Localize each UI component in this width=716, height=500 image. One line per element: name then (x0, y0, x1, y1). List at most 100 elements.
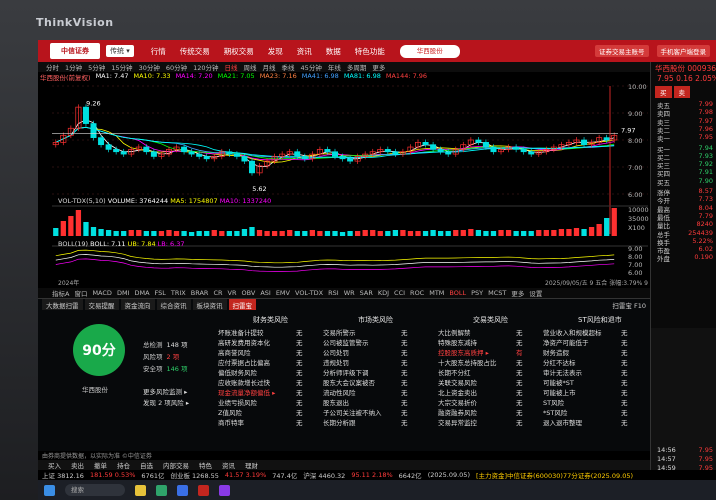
period-10[interactable]: 季线 (282, 62, 295, 72)
toolbar-item-3[interactable]: 持仓 (117, 460, 130, 470)
risk-row[interactable]: 流动性风险 (323, 387, 356, 397)
risk-row[interactable]: 可能被*ST (543, 377, 574, 387)
risk-row[interactable]: 大宗交易折价 (438, 397, 477, 407)
risk-row[interactable]: 交易所警示 (323, 327, 356, 337)
risk-row[interactable]: 公司处罚 (323, 347, 349, 357)
toolbar-item-5[interactable]: 内部交易 (163, 460, 189, 470)
indicator-12[interactable]: EMV (276, 289, 290, 297)
windows-start-icon[interactable] (44, 484, 55, 496)
risk-row[interactable]: 应收账款增长过快 (218, 377, 270, 387)
indicator-16[interactable]: SAR (360, 289, 373, 297)
risk-tab-1[interactable]: 交易提醒 (84, 299, 119, 310)
risk-row[interactable]: 融资融券风险 (438, 407, 477, 417)
indicator-3[interactable]: DMI (117, 289, 130, 297)
indicator-17[interactable]: KDJ (378, 289, 389, 297)
risk-row[interactable]: 高商誉风险 (218, 347, 251, 357)
period-3[interactable]: 15分钟 (111, 62, 132, 72)
period-5[interactable]: 60分钟 (166, 62, 187, 72)
toolbar-item-0[interactable]: 买入 (48, 460, 61, 470)
taskbar-search-input[interactable]: 搜索 (65, 484, 125, 496)
indicator-21[interactable]: BOLL (449, 289, 466, 297)
indicator-9[interactable]: VR (228, 289, 237, 297)
period-13[interactable]: 多周期 (347, 62, 367, 72)
toolbar-item-4[interactable]: 自选 (140, 460, 153, 470)
risk-row[interactable]: 十大股东总持股占比 (438, 357, 497, 367)
risk-row[interactable]: 商币特率 (218, 417, 244, 427)
candlestick-chart[interactable]: 10.009.008.007.006.009.265.627.971000035… (38, 82, 650, 278)
risk-row[interactable]: 关联交易风险 (438, 377, 477, 387)
risk-row[interactable]: 长期不分红 (438, 367, 471, 377)
found-risk-link[interactable]: 发现 2 项风险 ▸ (143, 397, 189, 407)
indicator-4[interactable]: DMA (134, 289, 149, 297)
risk-row[interactable]: 营业收入和规模超标 (543, 327, 602, 337)
mode-dropdown[interactable]: 传统 ▾ (106, 45, 134, 57)
risk-tab-3[interactable]: 综合资讯 (156, 299, 191, 310)
risk-row[interactable]: 违规处罚 (323, 357, 349, 367)
edge-icon[interactable] (177, 484, 188, 496)
menu-item-0[interactable]: 行情 (144, 46, 173, 57)
indicator-23[interactable]: MCST (488, 289, 506, 297)
indicator-5[interactable]: FSL (155, 289, 166, 297)
indicator-2[interactable]: MACD (92, 289, 111, 297)
risk-row[interactable]: 坏账准备计提较 (218, 327, 264, 337)
indicator-7[interactable]: BRAR (191, 289, 209, 297)
sidebar-buy-button[interactable]: 买 (655, 86, 672, 98)
trading-app-icon[interactable] (198, 484, 209, 496)
indicator-13[interactable]: VOL-TDX (295, 289, 323, 297)
risk-row[interactable]: 审计无法表示 (543, 367, 582, 377)
indicator-15[interactable]: WR (344, 289, 355, 297)
indicator-1[interactable]: 窗口 (74, 288, 87, 298)
indicator-14[interactable]: RSI (328, 289, 339, 297)
risk-row[interactable]: 子公司关注被不纳入 (323, 407, 382, 417)
indicator-11[interactable]: ASI (260, 289, 271, 297)
indicator-22[interactable]: PSY (471, 289, 483, 297)
period-14[interactable]: 更多 (372, 62, 385, 72)
risk-row[interactable]: 可能被上市 (543, 387, 576, 397)
risk-tab-0[interactable]: 大数据扫雷 (42, 299, 83, 310)
period-1[interactable]: 1分钟 (65, 62, 82, 72)
toolbar-item-8[interactable]: 理财 (245, 460, 258, 470)
risk-tab-4[interactable]: 板块资讯 (192, 299, 227, 310)
risk-row[interactable]: *ST风险 (543, 407, 567, 417)
period-12[interactable]: 年线 (328, 62, 341, 72)
indicator-24[interactable]: 更多 (511, 288, 524, 298)
app-icon[interactable] (219, 484, 230, 496)
folder-icon[interactable] (135, 484, 146, 496)
period-8[interactable]: 周线 (244, 62, 257, 72)
menu-item-4[interactable]: 资讯 (290, 46, 319, 57)
period-4[interactable]: 30分钟 (139, 62, 160, 72)
indicator-20[interactable]: MTM (429, 289, 444, 297)
menu-right-1[interactable]: 手机客户端登录 (656, 45, 710, 57)
risk-tab-2[interactable]: 资金流向 (120, 299, 155, 310)
indicator-25[interactable]: 设置 (529, 288, 542, 298)
stock-search-input[interactable]: 华西股份 (399, 44, 460, 58)
risk-row[interactable]: 特殊股东减持 (438, 337, 477, 347)
sidebar-sell-button[interactable]: 卖 (673, 86, 690, 98)
period-6[interactable]: 120分钟 (193, 62, 218, 72)
period-9[interactable]: 月线 (263, 62, 276, 72)
risk-row[interactable]: 北上资金卖出 (438, 387, 477, 397)
menu-item-5[interactable]: 数据 (319, 46, 348, 57)
toolbar-item-1[interactable]: 卖出 (71, 460, 84, 470)
indicator-10[interactable]: OBV (241, 289, 255, 297)
risk-row[interactable]: 高研发费用资本化 (218, 337, 270, 347)
toolbar-item-2[interactable]: 撤单 (94, 460, 107, 470)
period-0[interactable]: 分时 (46, 62, 59, 72)
risk-row[interactable]: 长期分析跟 (323, 417, 356, 427)
risk-row[interactable]: 退入退市整理 (543, 417, 582, 427)
risk-row[interactable]: 偏低财务风险 (218, 367, 257, 377)
risk-row[interactable]: 分红不达标 (543, 357, 576, 367)
menu-item-6[interactable]: 特色功能 (348, 46, 392, 57)
risk-tab-5[interactable]: 扫雷宝 (228, 299, 256, 310)
period-11[interactable]: 45分钟 (301, 62, 322, 72)
browser-icon[interactable] (156, 484, 167, 496)
risk-row[interactable]: 现金流量净额偏低 ▸ (218, 387, 275, 397)
period-7[interactable]: 日线 (225, 62, 238, 72)
risk-row[interactable]: 股东退出 (323, 397, 349, 407)
risk-f10-link[interactable]: 扫雷宝 F10 (612, 300, 646, 310)
risk-row[interactable]: 净资产可能低于 (543, 337, 589, 347)
more-risk-link[interactable]: 更多风险监测 ▸ (143, 386, 187, 396)
menu-item-2[interactable]: 期权交易 (217, 46, 261, 57)
risk-row[interactable]: 分析师评级下调 (323, 367, 369, 377)
risk-row[interactable]: ST风险 (543, 397, 564, 407)
